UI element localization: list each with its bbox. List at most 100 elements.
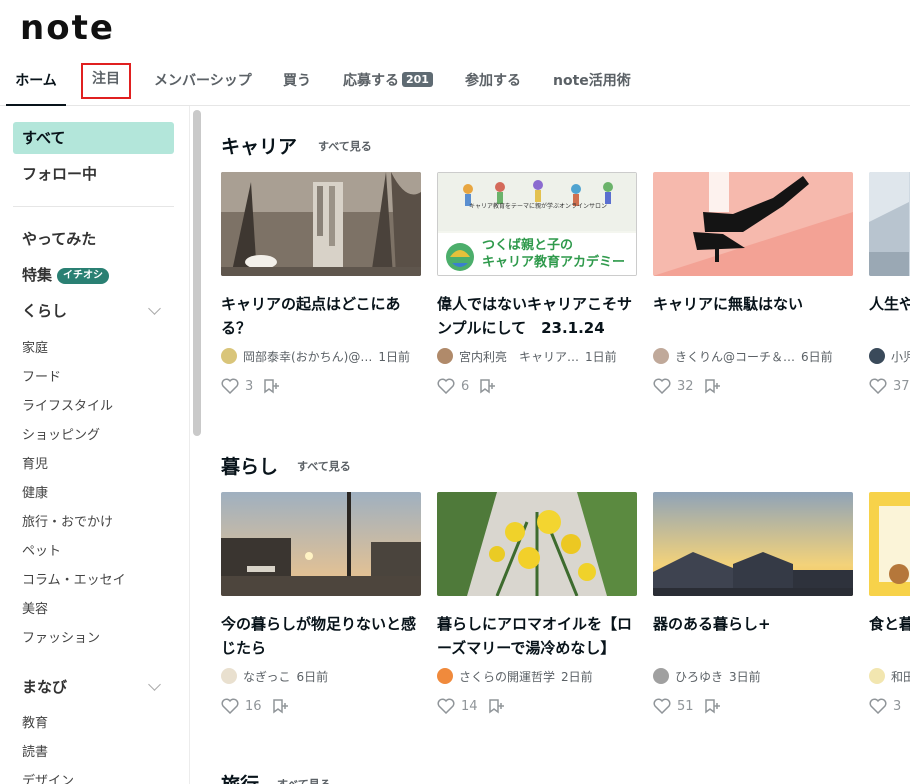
add-to-magazine-icon[interactable] bbox=[488, 698, 506, 714]
sidebar-item-yattemita[interactable]: やってみた bbox=[22, 228, 96, 249]
sidebar-item-beauty[interactable]: 美容 bbox=[22, 598, 48, 617]
article-title[interactable]: キャリアに無駄はない bbox=[653, 292, 853, 316]
add-to-magazine-icon[interactable] bbox=[479, 378, 497, 394]
article-title[interactable]: 器のある暮らし+ bbox=[653, 612, 853, 636]
article-thumbnail[interactable] bbox=[869, 172, 910, 276]
article-author[interactable]: ひろゆき 3日前 bbox=[653, 668, 853, 688]
chevron-down-icon[interactable] bbox=[148, 302, 161, 315]
heart-icon[interactable] bbox=[653, 698, 671, 714]
article-author[interactable]: 宮内利亮 キャリア… 1日前 bbox=[437, 348, 637, 368]
avatar[interactable] bbox=[221, 348, 237, 364]
note-logo[interactable]: note bbox=[20, 8, 115, 48]
article-stats: 6 bbox=[437, 378, 497, 398]
sidebar-divider bbox=[13, 206, 174, 207]
article-thumbnail[interactable] bbox=[653, 172, 853, 276]
add-to-magazine-icon[interactable] bbox=[704, 698, 722, 714]
article-title[interactable]: 今の暮らしが物足りないと感じたら bbox=[221, 612, 421, 660]
article-thumbnail[interactable] bbox=[221, 172, 421, 276]
article-thumbnail[interactable] bbox=[869, 492, 910, 596]
article-thumbnail[interactable] bbox=[437, 492, 637, 596]
sidebar-item-reading[interactable]: 読書 bbox=[22, 741, 48, 760]
see-all-kurashi-link[interactable]: すべて見る bbox=[297, 458, 351, 474]
tab-membership[interactable]: メンバーシップ bbox=[154, 62, 252, 106]
article-card[interactable]: 食と暮シリテ 和田 3 bbox=[869, 492, 910, 732]
article-author[interactable]: なぎっこ 6日前 bbox=[221, 668, 421, 688]
article-thumbnail[interactable] bbox=[221, 492, 421, 596]
avatar[interactable] bbox=[869, 348, 885, 364]
sidebar-group-kurashi[interactable]: くらし bbox=[22, 300, 67, 321]
thumb-title-line1: つくば親と子の bbox=[482, 238, 574, 253]
avatar[interactable] bbox=[221, 668, 237, 684]
article-card[interactable]: 器のある暮らし+ ひろゆき 3日前 51 bbox=[653, 492, 853, 732]
article-thumbnail[interactable] bbox=[653, 492, 853, 596]
article-card[interactable]: 今の暮らしが物足りないと感じたら なぎっこ 6日前 16 bbox=[221, 492, 421, 732]
sidebar-item-education[interactable]: 教育 bbox=[22, 712, 48, 731]
avatar[interactable] bbox=[869, 668, 885, 684]
sidebar-item-food[interactable]: フード bbox=[22, 366, 61, 385]
article-thumbnail[interactable]: キャリア教育をテーマに親が学ぶオンラインサロン つくば親と子の キャリア教育アカ… bbox=[437, 172, 637, 276]
article-card[interactable]: キャリア教育をテーマに親が学ぶオンラインサロン つくば親と子の キャリア教育アカ… bbox=[437, 172, 637, 412]
section-title-travel[interactable]: 旅行 bbox=[221, 770, 259, 784]
sidebar-item-travel[interactable]: 旅行・おでかけ bbox=[22, 511, 113, 530]
post-date: 3日前 bbox=[729, 670, 761, 684]
main-feed: キャリア すべて見る キャリアの起点はどこにある？ 岡部泰幸(おかちん)@… 1日… bbox=[205, 106, 910, 784]
article-card[interactable]: キャリアの起点はどこにある？ 岡部泰幸(おかちん)@… 1日前 3 bbox=[221, 172, 421, 412]
add-to-magazine-icon[interactable] bbox=[704, 378, 722, 394]
avatar[interactable] bbox=[653, 348, 669, 364]
heart-icon[interactable] bbox=[653, 378, 671, 394]
tab-join[interactable]: 参加する bbox=[465, 62, 521, 106]
sidebar-item-lifestyle[interactable]: ライフスタイル bbox=[22, 395, 113, 414]
sidebar-item-all[interactable]: すべて bbox=[13, 122, 174, 154]
chevron-down-icon[interactable] bbox=[148, 678, 161, 691]
article-card[interactable]: キャリアに無駄はない きくりん@コーチ＆… 6日前 32 bbox=[653, 172, 853, 412]
tab-apply[interactable]: 応募する 201 bbox=[343, 62, 433, 106]
tab-featured[interactable]: 注目 bbox=[81, 63, 131, 99]
heart-icon[interactable] bbox=[437, 378, 455, 394]
tab-buy[interactable]: 買う bbox=[283, 62, 311, 106]
article-stats: 37 bbox=[869, 378, 910, 398]
sidebar-item-ikuji[interactable]: 育児 bbox=[22, 453, 48, 472]
article-card[interactable]: 暮らしにアロマオイルを【ローズマリーで湯冷めなし】 さくらの開運哲学 2日前 14 bbox=[437, 492, 637, 732]
sidebar-scrollbar[interactable] bbox=[193, 110, 201, 436]
article-title[interactable]: キャリアの起点はどこにある？ bbox=[221, 292, 421, 340]
article-author[interactable]: 小児 bbox=[869, 348, 910, 368]
sidebar-item-pet[interactable]: ペット bbox=[22, 540, 61, 559]
sidebar-group-manabi[interactable]: まなび bbox=[22, 676, 67, 697]
sidebar-item-design[interactable]: デザイン bbox=[22, 770, 74, 784]
add-to-magazine-icon[interactable] bbox=[272, 698, 290, 714]
heart-icon[interactable] bbox=[221, 698, 239, 714]
article-title[interactable]: 人生や後半戦 bbox=[869, 292, 910, 316]
article-author[interactable]: きくりん@コーチ＆… 6日前 bbox=[653, 348, 853, 368]
sidebar-item-tokushu[interactable]: 特集 イチオシ bbox=[22, 264, 110, 285]
heart-icon[interactable] bbox=[869, 698, 887, 714]
heart-icon[interactable] bbox=[869, 378, 887, 394]
article-stats: 14 bbox=[437, 698, 506, 718]
sidebar-item-column[interactable]: コラム・エッセイ bbox=[22, 569, 126, 588]
sidebar-item-fashion[interactable]: ファッション bbox=[22, 627, 100, 646]
author-name: 小児 bbox=[891, 350, 910, 364]
avatar[interactable] bbox=[437, 668, 453, 684]
heart-icon[interactable] bbox=[221, 378, 239, 394]
post-date: 2日前 bbox=[561, 670, 593, 684]
article-author[interactable]: 岡部泰幸(おかちん)@… 1日前 bbox=[221, 348, 421, 368]
tab-home[interactable]: ホーム bbox=[6, 62, 66, 106]
avatar[interactable] bbox=[653, 668, 669, 684]
section-title-career[interactable]: キャリア bbox=[221, 132, 297, 159]
see-all-career-link[interactable]: すべて見る bbox=[318, 138, 372, 154]
section-title-kurashi[interactable]: 暮らし bbox=[221, 452, 278, 479]
article-author[interactable]: さくらの開運哲学 2日前 bbox=[437, 668, 637, 688]
sidebar-item-katei[interactable]: 家庭 bbox=[22, 337, 48, 356]
see-all-travel-link[interactable]: すべて見る bbox=[277, 776, 331, 784]
avatar[interactable] bbox=[437, 348, 453, 364]
article-title[interactable]: 食と暮シリテ bbox=[869, 612, 910, 636]
sidebar-item-health[interactable]: 健康 bbox=[22, 482, 48, 501]
tab-note-tips[interactable]: note活用術 bbox=[553, 62, 631, 106]
sidebar-item-shopping[interactable]: ショッピング bbox=[22, 424, 100, 443]
article-title[interactable]: 暮らしにアロマオイルを【ローズマリーで湯冷めなし】 bbox=[437, 612, 637, 660]
heart-icon[interactable] bbox=[437, 698, 455, 714]
article-card[interactable]: 人生や後半戦 小児 37 bbox=[869, 172, 910, 412]
add-to-magazine-icon[interactable] bbox=[263, 378, 281, 394]
article-title[interactable]: 偉人ではないキャリアこそサンプルにして 23.1.24 bbox=[437, 292, 637, 340]
sidebar-item-following[interactable]: フォロー中 bbox=[13, 158, 174, 190]
article-author[interactable]: 和田 bbox=[869, 668, 910, 688]
